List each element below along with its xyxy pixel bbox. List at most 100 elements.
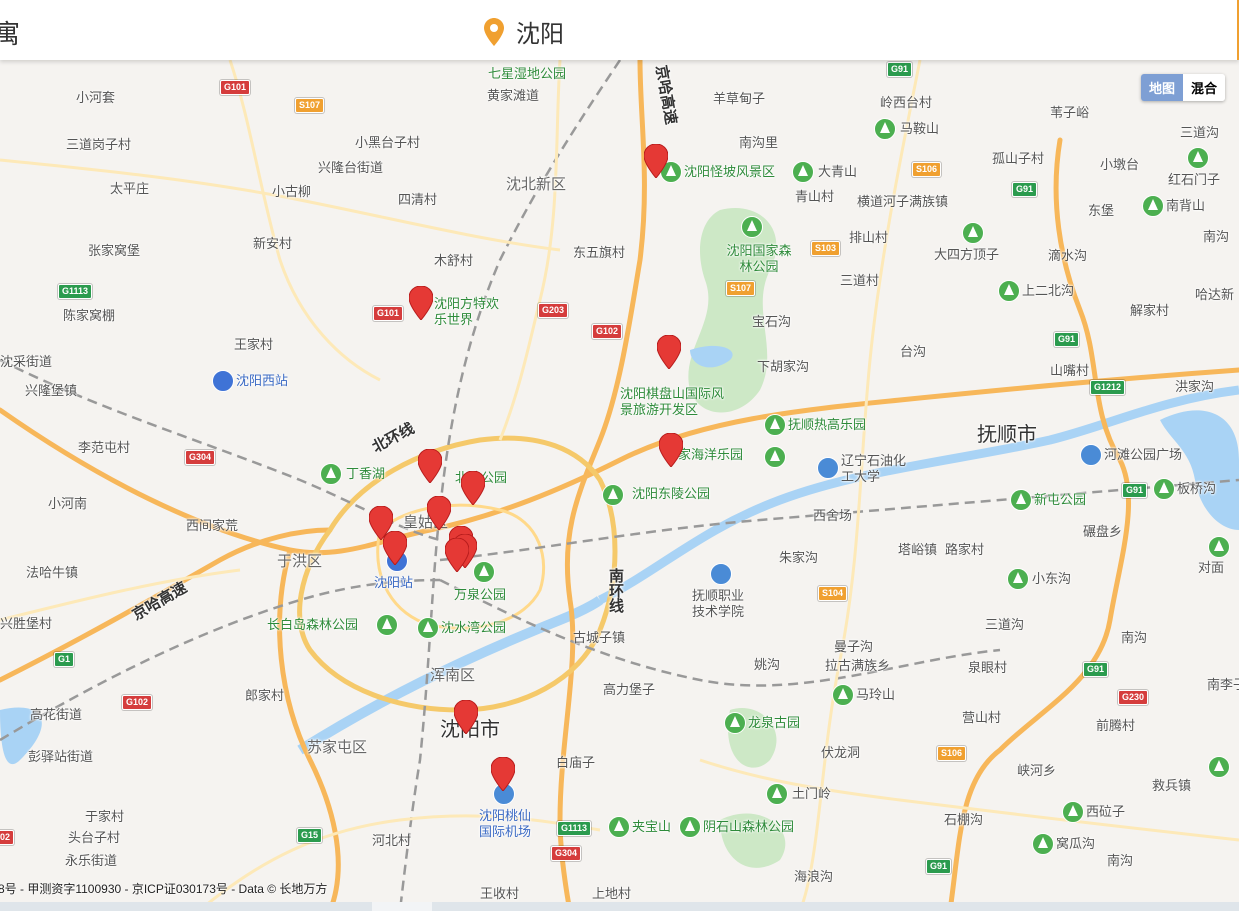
header-partial-text: 寓 [0, 19, 21, 49]
road-shield: G1212 [1090, 380, 1126, 395]
map-label-huangjiatan: 黄家滩道 [487, 88, 540, 103]
map-label-shenbeixinqu: 沈北新区 [506, 176, 567, 193]
park-icon [320, 463, 342, 485]
mountain-icon [874, 118, 896, 140]
location-selector[interactable]: 沈阳 [484, 14, 564, 49]
map-label-nanlizi: 南李子 [1207, 677, 1239, 692]
road-shield: G230 [1118, 690, 1149, 705]
map-label-hongshi: 红石门子 [1168, 172, 1221, 187]
park-icon [741, 216, 763, 238]
square-icon [1080, 444, 1102, 466]
map-label-baoshi: 宝石沟 [752, 314, 792, 329]
map-label-tayu: 塔峪镇 [898, 542, 938, 557]
scrollbar-thumb[interactable] [372, 902, 432, 911]
map-label-langjia: 郎家村 [245, 688, 285, 703]
map-marker[interactable] [445, 538, 469, 572]
map-label-hengdao: 横道河子满族镇 [857, 194, 949, 209]
map-label-sandaocun: 三道村 [840, 273, 880, 288]
map-label-sandaogou-ne: 三道沟 [1180, 125, 1220, 140]
map-label-nangou-e: 南沟 [1203, 229, 1230, 244]
map-label-quanyan: 泉眼村 [968, 660, 1008, 675]
map-label-hebin: 河滩公园广场 [1104, 447, 1183, 462]
map-marker[interactable] [491, 757, 515, 791]
horizontal-scrollbar[interactable] [0, 902, 1239, 911]
map-label-hadaxin: 哈达新 [1195, 287, 1235, 302]
map-label-gaoli: 高力堡子 [603, 682, 656, 697]
map-label-dasifang: 大四方顶子 [934, 247, 1000, 262]
road-shield: 02 [0, 830, 15, 845]
map-label-xintun: 新屯公园 [1034, 492, 1087, 507]
road-shield: G102 [122, 695, 153, 710]
map-label-taian: 台沟 [900, 344, 927, 359]
park-icon [1010, 489, 1032, 511]
map-label-shenyangzhan: 沈阳站 [374, 575, 414, 590]
map-label-chenjiawo: 陈家窝棚 [63, 308, 116, 323]
map-label-xigulizi: 西砬子 [1086, 804, 1126, 819]
map-marker[interactable] [418, 449, 442, 483]
map-label-shangdi: 上地村 [592, 886, 632, 901]
road-shield: G1 [54, 652, 75, 667]
mountain-icon [1032, 833, 1054, 855]
road-shield: G91 [887, 62, 913, 77]
map-marker[interactable] [427, 496, 451, 530]
map-label-xiaohenan: 小河南 [48, 496, 88, 511]
map-type-map-button[interactable]: 地图 [1140, 74, 1183, 101]
map-label-linxi: 岭西台村 [880, 95, 933, 110]
map-label-xiahu: 下胡家沟 [757, 359, 810, 374]
road-shield: G203 [538, 303, 569, 318]
mountain-icon [608, 816, 630, 838]
map-label-gushan: 孤山子村 [992, 151, 1045, 166]
road-shield: G91 [1083, 662, 1109, 677]
map-label-xiaogulium: 小古柳 [272, 184, 312, 199]
park-icon [417, 617, 439, 639]
mountain-icon [832, 684, 854, 706]
road-shield: S107 [295, 98, 325, 113]
map-label-hailanggou: 海浪沟 [794, 869, 834, 884]
road-shield: S106 [912, 162, 942, 177]
temple-icon [724, 712, 746, 734]
map-label-nanbeishan: 南背山 [1166, 198, 1206, 213]
amusement-park-icon [764, 414, 786, 436]
map-label-qianteng: 前腾村 [1096, 718, 1136, 733]
map-label-dongling: 沈阳东陵公园 [632, 486, 711, 501]
train-station-icon [212, 370, 234, 392]
map-marker[interactable] [657, 335, 681, 369]
map-label-qingshancun: 青山村 [795, 189, 835, 204]
map-type-hybrid-button[interactable]: 混合 [1182, 74, 1225, 101]
map-label-yongle: 永乐街道 [65, 853, 118, 868]
map-label-jiubing: 救兵镇 [1152, 778, 1192, 793]
location-pin-icon [484, 17, 504, 46]
mountain-icon [1208, 756, 1230, 778]
map-label-nanhuan: 南环线 [607, 568, 624, 613]
map-label-daqingshan: 大青山 [818, 164, 858, 179]
road-shield: G101 [220, 80, 251, 95]
road-shield: S104 [818, 586, 848, 601]
map-marker[interactable] [409, 286, 433, 320]
map-marker[interactable] [454, 700, 478, 734]
map-label-wangjia: 王家村 [234, 337, 274, 352]
map-label-xingbao: 兴胜堡村 [0, 616, 53, 631]
map-label-dishui: 滴水沟 [1048, 248, 1088, 263]
map-label-fushun: 抚顺市 [977, 424, 1037, 446]
road-shield: G1113 [58, 284, 93, 299]
map-label-yaogou: 姚沟 [754, 657, 781, 672]
map-marker[interactable] [659, 433, 683, 467]
map-label-shipeng: 石棚沟 [944, 812, 984, 827]
map-label-taiping: 太平庄 [110, 181, 150, 196]
map-label-lujia: 路家村 [945, 542, 985, 557]
map-label-fushun-vocational: 抚顺职业技术学院 [692, 588, 745, 619]
road-shield: G101 [373, 306, 404, 321]
road-shield: G1113 [557, 821, 592, 836]
map-marker[interactable] [383, 531, 407, 565]
map-label-qixing: 七星湿地公园 [488, 66, 567, 81]
map-canvas[interactable]: 七星湿地公园 黄家滩道 京哈高速 羊草甸子 岭西台村 苇子峪 小河套 三道岗子村… [0, 60, 1239, 911]
map-marker[interactable] [461, 471, 485, 505]
map-marker[interactable] [644, 144, 668, 178]
map-label-xiejia: 解家村 [1130, 303, 1170, 318]
map-label-manghe: 曼子沟 [834, 639, 874, 654]
map-label-sandaogangzi: 三道岗子村 [66, 137, 132, 152]
amusement-park-icon [764, 446, 786, 468]
map-label-hongjiagou: 洪家沟 [1175, 379, 1215, 394]
map-label-shencai: 沈采街道 [0, 354, 53, 369]
map-label-hebeicun: 河北村 [372, 833, 412, 848]
